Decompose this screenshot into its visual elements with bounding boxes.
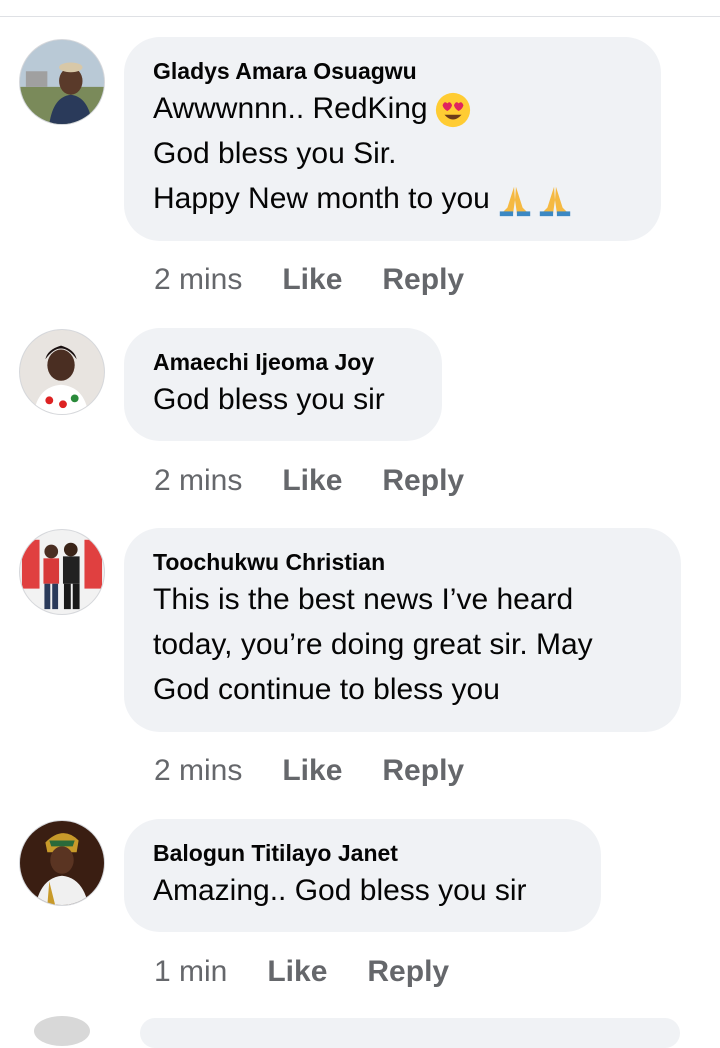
- like-button[interactable]: Like: [267, 952, 327, 992]
- like-button[interactable]: Like: [282, 260, 342, 300]
- folded-hands-emoji-icon: [536, 181, 574, 219]
- heart-eyes-emoji-icon: [434, 91, 472, 129]
- avatar[interactable]: [19, 39, 105, 125]
- comment-text: Awwwnnn.. RedKing: [153, 92, 428, 125]
- comment-author[interactable]: Amaechi Ijeoma Joy: [153, 347, 414, 377]
- next-comment-bubble: [140, 1018, 680, 1048]
- comment-text-line: God continue to bless you: [153, 673, 500, 706]
- comment-actions: 2 mins Like Reply: [154, 461, 464, 501]
- avatar[interactable]: [19, 820, 105, 906]
- top-divider: [0, 16, 720, 17]
- reply-button[interactable]: Reply: [382, 751, 464, 791]
- comment-text-line: Happy New month to you: [153, 176, 633, 221]
- comment-author[interactable]: Balogun Titilayo Janet: [153, 838, 573, 868]
- comment-bubble: Amaechi Ijeoma Joy God bless you sir: [124, 328, 442, 441]
- comment-bubble: Gladys Amara Osuagwu Awwwnnn.. RedKing G…: [124, 37, 661, 241]
- comment-actions: 2 mins Like Reply: [154, 751, 464, 791]
- comment-author[interactable]: Gladys Amara Osuagwu: [153, 56, 633, 86]
- folded-hands-emoji-icon: [496, 181, 534, 219]
- reply-button[interactable]: Reply: [367, 952, 449, 992]
- like-button[interactable]: Like: [282, 751, 342, 791]
- avatar[interactable]: [19, 329, 105, 415]
- avatar[interactable]: [19, 529, 105, 615]
- comment-bubble: Toochukwu Christian This is the best new…: [124, 528, 681, 732]
- comment-text-line: Awwwnnn.. RedKing: [153, 86, 633, 131]
- avatar-photo: [20, 40, 104, 124]
- comment-text-line: today, you’re doing great sir. May: [153, 628, 593, 661]
- comment-text-line: Amazing.. God bless you sir: [153, 874, 527, 907]
- comment-timestamp[interactable]: 2 mins: [154, 260, 242, 300]
- reply-button[interactable]: Reply: [382, 461, 464, 501]
- avatar-photo: [20, 821, 104, 905]
- comment-author[interactable]: Toochukwu Christian: [153, 547, 653, 577]
- next-comment-avatar[interactable]: [34, 1016, 90, 1046]
- like-button[interactable]: Like: [282, 461, 342, 501]
- avatar-photo: [20, 330, 104, 414]
- comment-actions: 2 mins Like Reply: [154, 260, 464, 300]
- comment-text: Happy New month to you: [153, 182, 490, 215]
- comment-text-line: God bless you Sir.: [153, 137, 397, 170]
- comment-text-line: This is the best news I’ve heard: [153, 583, 574, 616]
- reply-button[interactable]: Reply: [382, 260, 464, 300]
- avatar-photo: [20, 530, 104, 614]
- comment-bubble: Balogun Titilayo Janet Amazing.. God ble…: [124, 819, 601, 932]
- comment-actions: 1 min Like Reply: [154, 952, 449, 992]
- comment-timestamp[interactable]: 2 mins: [154, 751, 242, 791]
- comment-text-line: God bless you sir: [153, 383, 385, 416]
- comment-timestamp[interactable]: 2 mins: [154, 461, 242, 501]
- comment-timestamp[interactable]: 1 min: [154, 952, 227, 992]
